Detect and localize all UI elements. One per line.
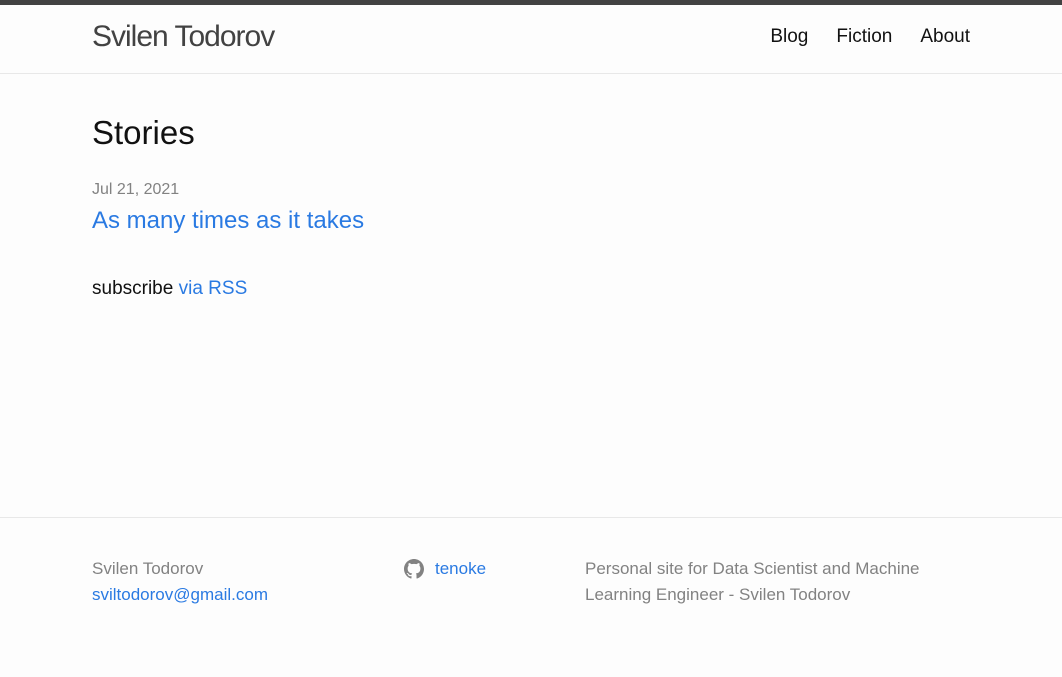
rss-link[interactable]: via RSS: [179, 278, 248, 299]
nav-link-about[interactable]: About: [920, 25, 970, 49]
footer-contact: Svilen Todorov sviltodorov@gmail.com: [92, 556, 268, 608]
site-title-link[interactable]: Svilen Todorov: [92, 19, 275, 55]
github-icon: [404, 559, 424, 579]
github-username-link[interactable]: tenoke: [435, 556, 486, 582]
page-title: Stories: [92, 114, 195, 151]
rss-prefix: subscribe: [92, 278, 174, 299]
footer-social: tenoke: [404, 556, 486, 582]
post-date: Jul 21, 2021: [92, 181, 180, 198]
site-footer: Svilen Todorov sviltodorov@gmail.com ten…: [0, 517, 1062, 677]
nav-link-fiction[interactable]: Fiction: [836, 25, 892, 49]
post-title-link[interactable]: As many times as it takes: [92, 206, 364, 236]
rss-subscribe: subscribe via RSS: [92, 277, 247, 301]
site-header: Svilen Todorov Blog Fiction About: [0, 5, 1062, 74]
footer-email-link[interactable]: sviltodorov@gmail.com: [92, 582, 268, 608]
site-nav: Blog Fiction About: [770, 25, 970, 49]
footer-name: Svilen Todorov: [92, 559, 204, 578]
nav-link-blog[interactable]: Blog: [770, 25, 808, 49]
footer-description: Personal site for Data Scientist and Mac…: [585, 559, 920, 604]
